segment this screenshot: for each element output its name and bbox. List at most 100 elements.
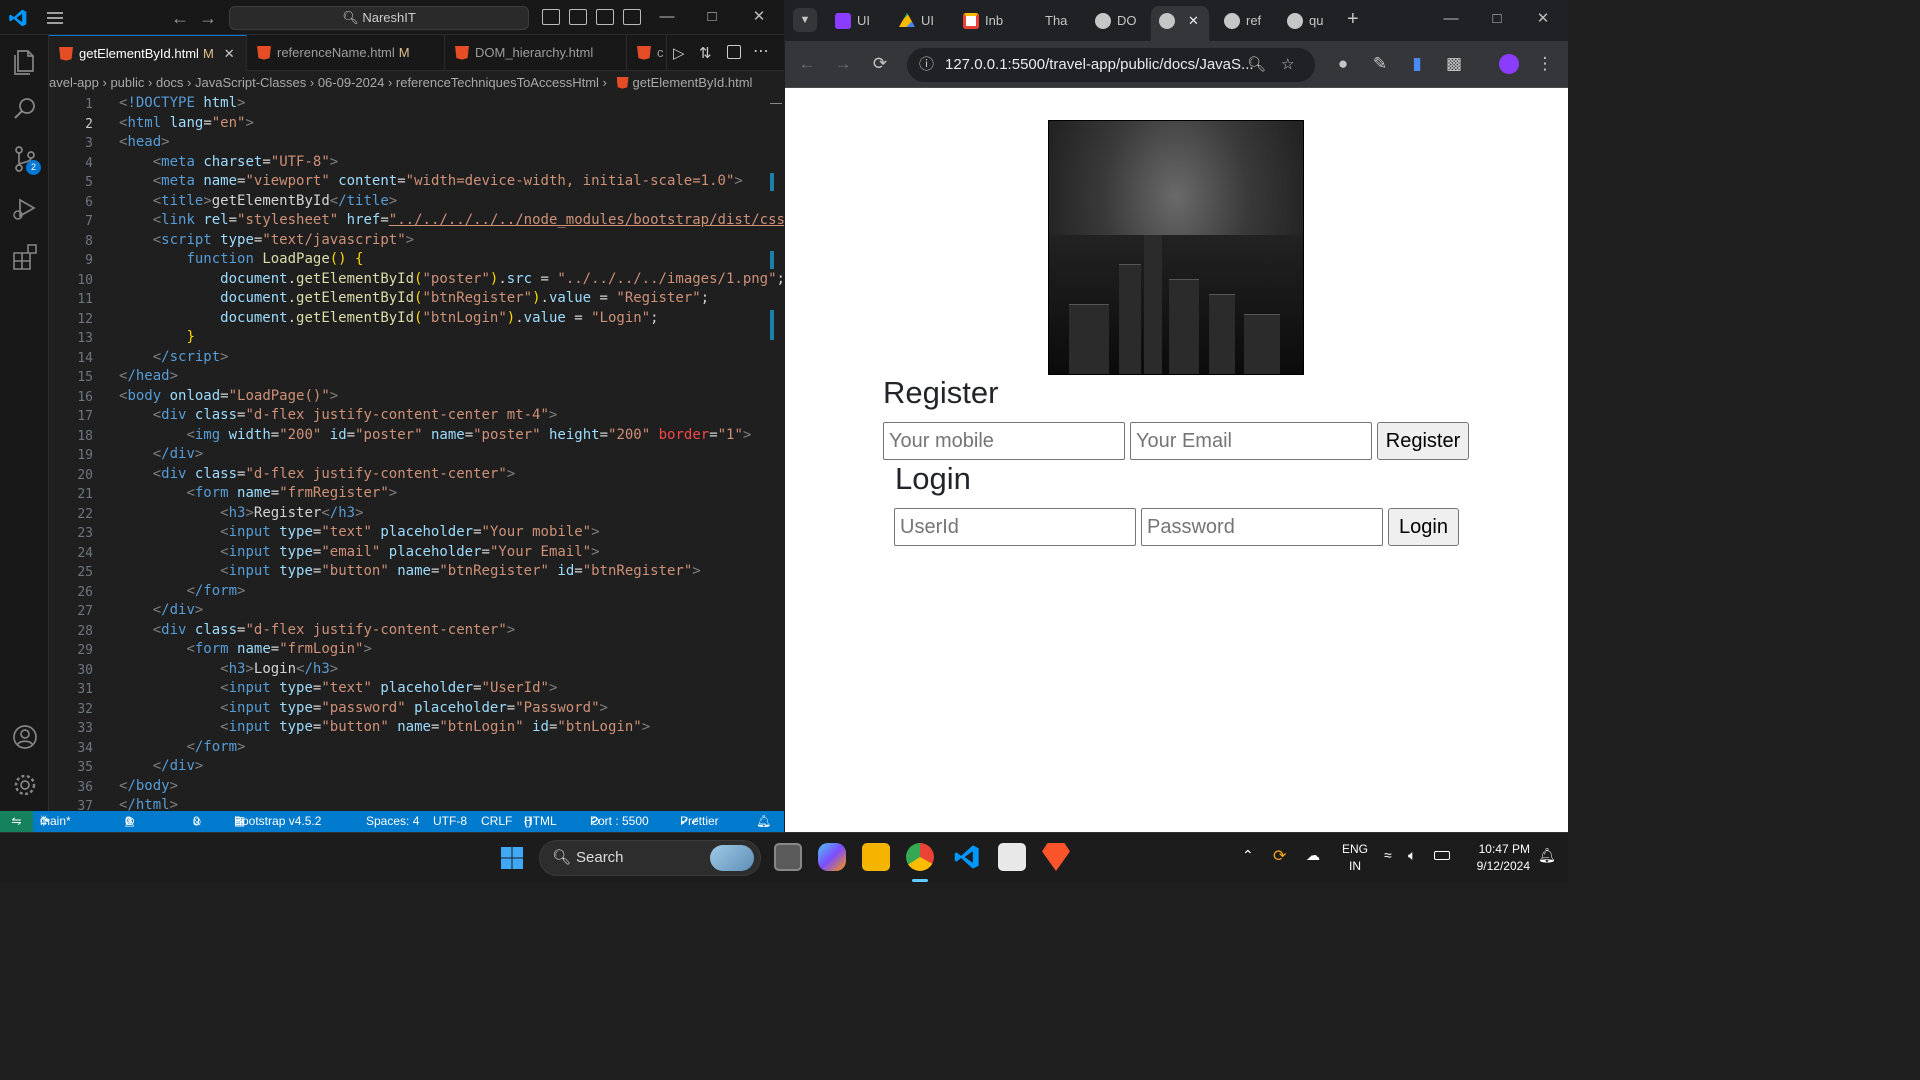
explorer-icon[interactable]	[9, 45, 41, 77]
tab-label: c	[657, 45, 664, 60]
chrome-tab[interactable]: DO	[1087, 6, 1149, 36]
code-line: <title>getElementById</title>	[152, 192, 398, 209]
line-number: 7	[85, 214, 93, 229]
encoding-indicator[interactable]: UTF-8	[433, 811, 467, 832]
extensions-icon[interactable]	[9, 241, 41, 273]
customize-layout-icon[interactable]	[623, 9, 641, 25]
site-info-icon[interactable]: ⓘ	[919, 48, 934, 82]
zoom-icon[interactable]: 🔍︎	[1247, 48, 1266, 82]
ports-count: 0	[193, 814, 200, 828]
line-number: 37	[77, 799, 93, 811]
sync-status-icon[interactable]: ⟳	[1273, 846, 1286, 866]
volume-icon[interactable]: 🔈︎	[1408, 847, 1416, 864]
close-icon[interactable]: ✕	[1530, 8, 1556, 30]
app-icon[interactable]	[998, 843, 1026, 871]
chrome-tab[interactable]: UI	[891, 6, 953, 36]
system-clock[interactable]: 10:47 PM 9/12/2024	[1460, 841, 1530, 875]
userid-input[interactable]: UserId	[894, 508, 1136, 546]
forward-arrow-icon[interactable]: →	[833, 54, 853, 74]
more-actions-icon[interactable]: ⋯	[753, 41, 769, 61]
settings-gear-icon[interactable]	[9, 769, 41, 801]
language-indicator[interactable]: ENG IN	[1338, 841, 1372, 875]
new-tab-plus-icon[interactable]: +	[1347, 8, 1359, 31]
tab-referencename[interactable]: referenceName.html M	[247, 35, 445, 71]
close-icon[interactable]: ✕	[746, 6, 772, 28]
notifications-bell-icon[interactable]: 🔔︎	[756, 811, 771, 832]
toggle-secondary-sidebar-icon[interactable]	[596, 9, 614, 25]
toggle-panel-icon[interactable]	[569, 9, 587, 25]
code-editor[interactable]: 1 2 3 4 5 6 7 8 9 10 11 12 13 14 15 16 17 18 19 20 21 22 23 24 2…	[49, 95, 784, 811]
breadcrumb-item[interactable]: JavaScript-Classes	[195, 75, 306, 90]
wifi-icon[interactable]: ≈	[1384, 847, 1392, 863]
line-number: 13	[77, 331, 93, 346]
taskbar-search-box[interactable]: 🔍︎ Search	[539, 840, 761, 876]
tab-getelementbyid[interactable]: getElementById.html M ✕	[49, 35, 247, 71]
chrome-tab[interactable]: UI	[827, 6, 889, 36]
run-icon[interactable]: ▷	[673, 44, 685, 62]
copilot-icon[interactable]	[818, 843, 846, 871]
run-debug-icon[interactable]	[9, 192, 41, 224]
register-button[interactable]: Register	[1377, 422, 1469, 460]
password-input[interactable]: Password	[1141, 508, 1383, 546]
breadcrumb-item[interactable]: public	[110, 75, 144, 90]
close-icon[interactable]: ✕	[1188, 6, 1199, 36]
maximize-icon[interactable]: □	[1484, 8, 1510, 30]
prettier-label: Prettier	[680, 814, 719, 828]
breadcrumb-item[interactable]: getElementById.html	[633, 75, 753, 90]
back-arrow-icon[interactable]: ←	[170, 8, 190, 28]
profile-avatar[interactable]	[1499, 54, 1519, 74]
forward-arrow-icon[interactable]: →	[198, 8, 218, 28]
scrollbar-thumb[interactable]	[770, 103, 782, 104]
onedrive-icon[interactable]: ☁	[1306, 847, 1320, 864]
breadcrumb-item[interactable]: 06-09-2024	[318, 75, 385, 90]
close-icon[interactable]: ✕	[224, 46, 235, 61]
address-bar[interactable]: ⓘ 127.0.0.1:5500/travel-app/public/docs/…	[907, 48, 1315, 82]
reload-icon[interactable]: ⟳	[870, 54, 890, 74]
chrome-tab[interactable]: ref	[1216, 6, 1276, 36]
back-arrow-icon[interactable]: ←	[797, 54, 817, 74]
indentation-indicator[interactable]: Spaces: 4	[366, 811, 419, 832]
tab-search-chevron-icon[interactable]: ▼	[793, 8, 817, 32]
compare-changes-icon[interactable]: ⇅	[699, 44, 712, 62]
extensions-puzzle-icon[interactable]: ▩	[1444, 54, 1464, 74]
split-editor-icon[interactable]	[727, 45, 741, 59]
login-button[interactable]: Login	[1388, 508, 1459, 546]
breadcrumb-item[interactable]: docs	[156, 75, 183, 90]
minimize-icon[interactable]: —	[1438, 8, 1464, 30]
brave-icon[interactable]	[1042, 843, 1070, 871]
chrome-tab[interactable]: Inb	[955, 6, 1017, 36]
vscode-taskbar-icon[interactable]	[953, 843, 981, 871]
email-input[interactable]: Your Email	[1130, 422, 1372, 460]
clipboard-extension-icon[interactable]: ▮	[1407, 54, 1427, 74]
chrome-icon[interactable]	[906, 843, 934, 871]
command-center-label: NareshIT	[362, 10, 416, 25]
chrome-tab[interactable]: qu	[1279, 6, 1333, 36]
windows-start-icon[interactable]	[500, 846, 524, 870]
battery-icon[interactable]	[1434, 851, 1450, 860]
task-view-icon[interactable]	[774, 843, 802, 871]
accounts-icon[interactable]	[9, 721, 41, 753]
search-icon[interactable]	[9, 93, 41, 125]
file-explorer-icon[interactable]	[862, 843, 890, 871]
eol-indicator[interactable]: CRLF	[481, 811, 512, 832]
tab-dom-hierarchy[interactable]: DOM_hierarchy.html	[445, 35, 627, 71]
mobile-input[interactable]: Your mobile	[883, 422, 1125, 460]
breadcrumb-item[interactable]: avel-app	[49, 75, 99, 90]
extension-icon[interactable]: ●	[1333, 54, 1353, 74]
chrome-tab-active[interactable]: ✕	[1151, 6, 1209, 41]
chrome-tab[interactable]: Tha	[1045, 6, 1085, 36]
remote-indicator-icon[interactable]: ⇋	[0, 811, 33, 832]
region-code: IN	[1349, 859, 1361, 873]
command-center-search[interactable]: 🔍︎ NareshIT	[229, 6, 529, 30]
notifications-icon[interactable]: 🔔︎	[1538, 847, 1556, 864]
tab-overflow[interactable]: c	[627, 35, 667, 71]
hamburger-menu-icon[interactable]	[44, 8, 66, 28]
toggle-primary-sidebar-icon[interactable]	[542, 9, 560, 25]
breadcrumb-item[interactable]: referenceTechniquesToAccessHtml	[396, 75, 599, 90]
maximize-icon[interactable]: □	[699, 6, 725, 28]
minimize-icon[interactable]: —	[654, 6, 680, 28]
chevron-up-icon[interactable]: ⌃	[1242, 847, 1254, 864]
eyedropper-icon[interactable]: ✎	[1370, 54, 1390, 74]
bookmark-star-icon[interactable]: ☆	[1281, 48, 1294, 82]
more-menu-icon[interactable]: ⋮	[1535, 54, 1555, 74]
